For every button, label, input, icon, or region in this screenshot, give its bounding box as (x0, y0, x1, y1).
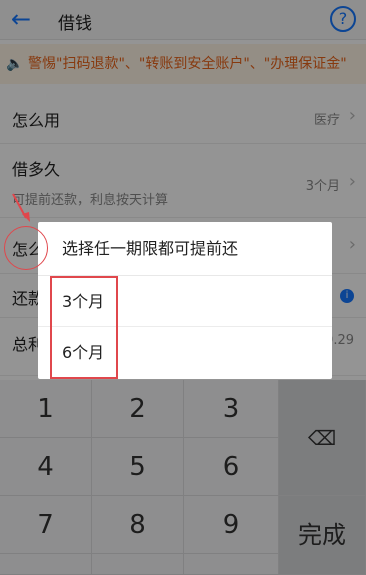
highlight-circle (4, 226, 48, 270)
annotation-arrow-icon (12, 193, 30, 222)
dialog-title: 选择任一期限都可提前还 (38, 222, 332, 276)
highlight-box (50, 276, 118, 379)
